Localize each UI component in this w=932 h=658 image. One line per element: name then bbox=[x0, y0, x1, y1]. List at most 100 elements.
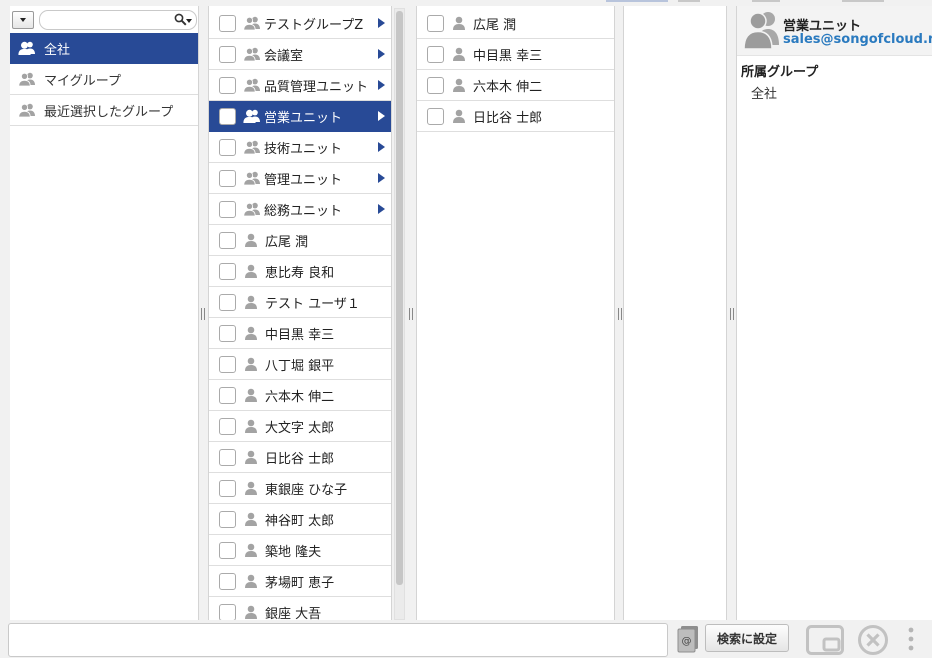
user-row[interactable]: 恵比寿 良和 bbox=[209, 256, 391, 287]
address-book-icon[interactable]: @ bbox=[677, 625, 699, 653]
group-avatar-icon bbox=[743, 12, 779, 49]
group-icon bbox=[243, 171, 261, 185]
search-scope-dropdown[interactable] bbox=[12, 11, 34, 29]
select-checkbox[interactable] bbox=[219, 138, 236, 156]
selected-address-field[interactable] bbox=[8, 623, 668, 657]
user-icon bbox=[244, 264, 258, 278]
select-checkbox[interactable] bbox=[219, 169, 236, 187]
set-search-button[interactable]: 検索に設定 bbox=[705, 624, 789, 652]
close-circle-icon[interactable] bbox=[857, 624, 889, 656]
user-row[interactable]: 六本木 伸二 bbox=[417, 70, 614, 101]
group-category-list: 全社 マイグループ 最近選択したグループ bbox=[10, 33, 198, 126]
user-row[interactable]: 六本木 伸二 bbox=[209, 380, 391, 411]
user-row[interactable]: 大文字 太郎 bbox=[209, 411, 391, 442]
select-checkbox[interactable] bbox=[219, 479, 236, 497]
select-checkbox[interactable] bbox=[427, 76, 444, 94]
user-row[interactable]: 広尾 潤 bbox=[209, 225, 391, 256]
user-row[interactable]: テスト ユーザ１ bbox=[209, 287, 391, 318]
group-row[interactable]: 会議室 bbox=[209, 39, 391, 70]
select-checkbox[interactable] bbox=[219, 262, 236, 280]
select-checkbox[interactable] bbox=[427, 107, 444, 125]
chevron-right-icon[interactable] bbox=[378, 111, 385, 121]
member-list-panel: テストグループZ 会議室 品質管理ユニット営業ユニット技術ユニット 管理ユニット 総務ユ… bbox=[208, 6, 392, 620]
detail-email-link[interactable]: sales@songofcloud.net bbox=[783, 32, 932, 47]
group-row[interactable]: 品質管理ユニット bbox=[209, 70, 391, 101]
panel-splitter[interactable] bbox=[729, 308, 735, 320]
select-checkbox[interactable] bbox=[219, 572, 236, 590]
select-checkbox[interactable] bbox=[219, 541, 236, 559]
group-row[interactable]: 管理ユニット bbox=[209, 163, 391, 194]
select-checkbox[interactable] bbox=[219, 603, 236, 620]
user-row[interactable]: 銀座 大吾 bbox=[209, 597, 391, 620]
chevron-right-icon[interactable] bbox=[378, 173, 385, 183]
nav-item-all-company[interactable]: 全社 bbox=[10, 33, 198, 64]
search-options-caret-icon[interactable] bbox=[186, 19, 192, 23]
select-checkbox[interactable] bbox=[219, 45, 236, 63]
select-checkbox[interactable] bbox=[219, 293, 236, 311]
chevron-right-icon[interactable] bbox=[378, 18, 385, 28]
chevron-right-icon[interactable] bbox=[378, 80, 385, 90]
user-row[interactable]: 茅場町 恵子 bbox=[209, 566, 391, 597]
user-row[interactable]: 中目黒 幸三 bbox=[209, 318, 391, 349]
group-section-title: 所属グループ bbox=[741, 65, 819, 80]
user-icon bbox=[452, 109, 466, 123]
user-row[interactable]: 東銀座 ひな子 bbox=[209, 473, 391, 504]
user-row[interactable]: 築地 隆夫 bbox=[209, 535, 391, 566]
select-checkbox[interactable] bbox=[219, 448, 236, 466]
select-checkbox[interactable] bbox=[219, 107, 236, 125]
top-accent bbox=[606, 0, 668, 2]
group-row[interactable]: テストグループZ bbox=[209, 8, 391, 39]
select-checkbox[interactable] bbox=[219, 76, 236, 94]
user-name: 六本木 伸二 bbox=[265, 389, 335, 405]
chevron-right-icon[interactable] bbox=[378, 204, 385, 214]
select-checkbox[interactable] bbox=[219, 324, 236, 342]
user-row[interactable]: 神谷町 太郎 bbox=[209, 504, 391, 535]
scrollbar-thumb[interactable] bbox=[396, 11, 403, 585]
group-icon bbox=[243, 140, 261, 154]
panel-splitter[interactable] bbox=[200, 308, 206, 320]
user-name: 広尾 潤 bbox=[473, 17, 517, 33]
user-name: 銀座 大吾 bbox=[265, 606, 322, 621]
chevron-right-icon[interactable] bbox=[378, 49, 385, 59]
top-accent bbox=[678, 0, 700, 2]
user-row[interactable]: 日比谷 士郎 bbox=[417, 101, 614, 132]
select-checkbox[interactable] bbox=[427, 14, 444, 32]
group-icon bbox=[18, 41, 36, 55]
group-row[interactable]: 技術ユニット bbox=[209, 132, 391, 163]
select-checkbox[interactable] bbox=[219, 386, 236, 404]
group-row[interactable]: 営業ユニット bbox=[209, 101, 391, 132]
detail-header: 営業ユニット sales@songofcloud.net bbox=[737, 6, 932, 56]
detail-panel: 営業ユニット sales@songofcloud.net 所属グループ 全社 bbox=[736, 6, 932, 620]
select-checkbox[interactable] bbox=[219, 200, 236, 218]
group-icon bbox=[243, 78, 261, 92]
group-label: 営業ユニット bbox=[264, 110, 343, 126]
user-icon bbox=[244, 388, 258, 402]
select-checkbox[interactable] bbox=[219, 14, 236, 32]
select-checkbox[interactable] bbox=[219, 510, 236, 528]
user-name: 広尾 潤 bbox=[265, 234, 309, 250]
group-row[interactable]: 総務ユニット bbox=[209, 194, 391, 225]
top-accent bbox=[752, 0, 780, 2]
user-icon bbox=[452, 78, 466, 92]
select-checkbox[interactable] bbox=[219, 355, 236, 373]
user-name: テスト ユーザ１ bbox=[265, 296, 360, 312]
select-checkbox[interactable] bbox=[219, 231, 236, 249]
more-vertical-icon[interactable] bbox=[906, 626, 916, 654]
nav-item-recent-groups[interactable]: 最近選択したグループ bbox=[10, 95, 198, 126]
window-layout-icon[interactable] bbox=[806, 625, 844, 655]
select-checkbox[interactable] bbox=[427, 45, 444, 63]
member-list-scrollbar[interactable] bbox=[394, 8, 405, 620]
select-checkbox[interactable] bbox=[219, 417, 236, 435]
panel-splitter[interactable] bbox=[408, 308, 414, 320]
user-row[interactable]: 八丁堀 銀平 bbox=[209, 349, 391, 380]
user-row[interactable]: 日比谷 士郎 bbox=[209, 442, 391, 473]
empty-panel bbox=[623, 6, 727, 620]
user-row[interactable]: 中目黒 幸三 bbox=[417, 39, 614, 70]
user-icon bbox=[244, 543, 258, 557]
group-icon bbox=[243, 16, 261, 30]
nav-item-my-groups[interactable]: マイグループ bbox=[10, 64, 198, 95]
chevron-right-icon[interactable] bbox=[378, 142, 385, 152]
user-row[interactable]: 広尾 潤 bbox=[417, 8, 614, 39]
user-icon bbox=[244, 326, 258, 340]
group-section-value: 全社 bbox=[751, 87, 778, 102]
